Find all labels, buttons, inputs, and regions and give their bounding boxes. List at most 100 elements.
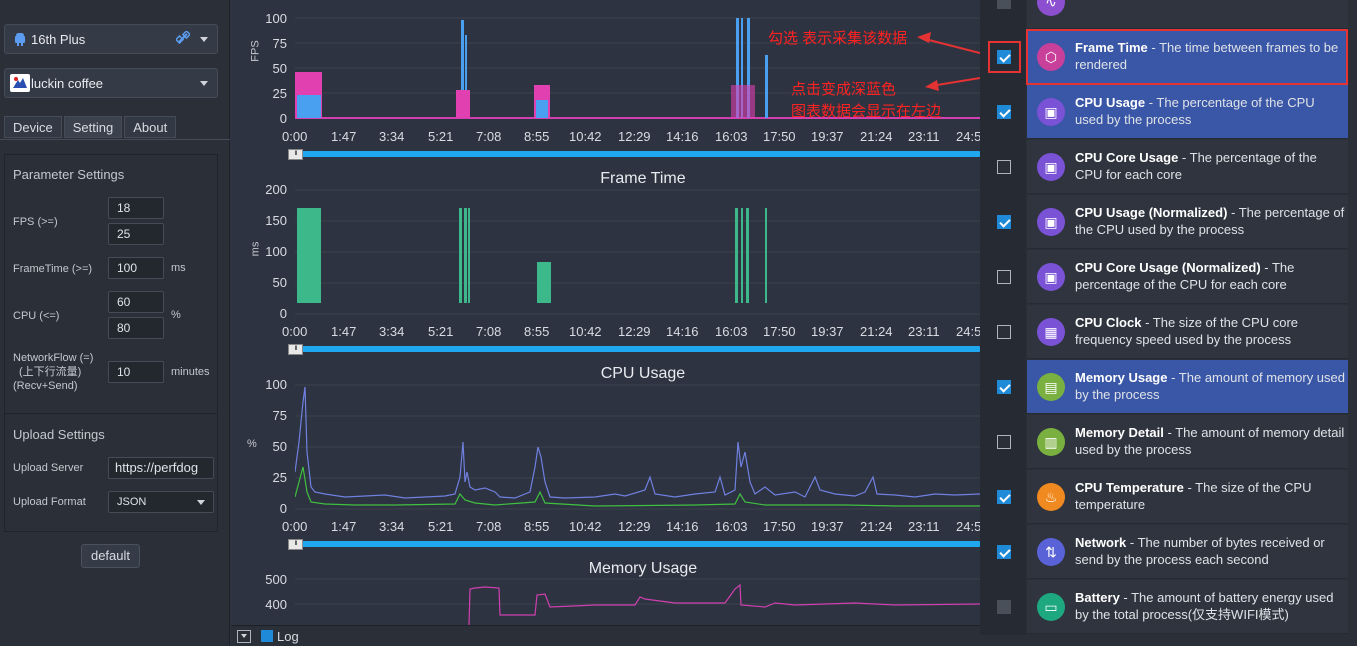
y-tick: 0 <box>279 111 287 126</box>
frame-time-x-axis: 0:00 1:47 3:34 5:21 7:08 8:55 10:42 12:2… <box>231 324 981 340</box>
x-tick: 0:00 <box>282 129 308 144</box>
metric-row[interactable]: ∿ process each second <box>980 0 1348 30</box>
frame-time-mark <box>735 208 738 303</box>
metric-checkbox[interactable] <box>997 270 1011 284</box>
checkbox-cell <box>980 470 1026 525</box>
metric-row[interactable]: ▭ Battery - The amount of battery energy … <box>980 580 1348 635</box>
x-tick: 19:37 <box>811 324 844 339</box>
metric-row[interactable]: ▥ Memory Detail - The amount of memory de… <box>980 415 1348 470</box>
frame-time-range-scrollbar[interactable] <box>296 346 980 352</box>
metric-checkbox[interactable] <box>997 490 1011 504</box>
metric-body[interactable]: ♨ CPU Temperature - The size of the CPU t… <box>1027 470 1348 524</box>
metric-text: CPU Usage (Normalized) - The percentage … <box>1075 204 1345 238</box>
cpu-input-2[interactable]: 80 <box>108 317 164 339</box>
left-panel: 16th Plus luckin coffee Device Setting A… <box>0 0 230 646</box>
metric-checkbox[interactable] <box>997 435 1011 449</box>
metric-name: CPU Core Usage <box>1075 150 1179 165</box>
range-handle[interactable]: III <box>288 344 303 355</box>
metric-text: Battery - The amount of battery energy u… <box>1075 589 1345 623</box>
frame-time-mark <box>765 208 767 303</box>
fps-mark <box>765 55 768 118</box>
metric-body[interactable]: ▦ CPU Clock - The size of the CPU core fr… <box>1027 305 1348 359</box>
chevron-down-icon <box>241 634 247 638</box>
annotation-click-1: 点击变成深蓝色 <box>791 81 897 98</box>
range-handle[interactable]: III <box>288 149 303 160</box>
log-checkbox[interactable] <box>261 630 273 642</box>
metric-checkbox[interactable] <box>997 215 1011 229</box>
checkbox-cell <box>980 85 1026 140</box>
metric-body[interactable]: ▥ Memory Detail - The amount of memory de… <box>1027 415 1348 469</box>
metric-checkbox[interactable] <box>997 380 1011 394</box>
upload-server-input[interactable]: https://perfdog <box>108 457 214 479</box>
x-tick: 7:08 <box>476 324 502 339</box>
tab-setting[interactable]: Setting <box>63 116 123 138</box>
cpu-range-scrollbar[interactable] <box>296 541 980 547</box>
networkflow-unit: minutes <box>171 366 210 378</box>
metric-row[interactable]: ▣ CPU Usage - The percentage of the CPU u… <box>980 85 1348 140</box>
metric-checkbox[interactable] <box>997 160 1011 174</box>
upload-format-select[interactable]: JSON <box>108 491 214 513</box>
fps-range-scrollbar[interactable] <box>296 151 980 157</box>
default-button[interactable]: default <box>81 544 140 568</box>
cpu-x-axis: 0:00 1:47 3:34 5:21 7:08 8:55 10:42 12:2… <box>231 519 981 535</box>
metric-row[interactable]: ▦ CPU Clock - The size of the CPU core fr… <box>980 305 1348 360</box>
fps-mark <box>297 95 321 118</box>
metric-name: CPU Core Usage (Normalized) <box>1075 260 1261 275</box>
fps-input-1[interactable]: 18 <box>108 197 164 219</box>
y-tick: 100 <box>265 244 287 259</box>
metric-body[interactable]: ⇅ Network - The number of bytes received … <box>1027 525 1348 579</box>
metric-checkbox[interactable] <box>997 600 1011 614</box>
x-tick: 23:11 <box>908 519 940 534</box>
metric-checkbox[interactable] <box>997 105 1011 119</box>
metric-text: CPU Usage - The percentage of the CPU us… <box>1075 94 1345 128</box>
metric-body[interactable]: ▣ CPU Usage (Normalized) - The percentage… <box>1027 195 1348 249</box>
cpu-icon: ▣ <box>1037 263 1065 291</box>
checkbox-cell <box>980 195 1026 250</box>
x-tick: 16:03 <box>715 519 748 534</box>
tab-device[interactable]: Device <box>4 116 62 138</box>
metric-name: CPU Clock <box>1075 315 1142 330</box>
x-tick: 23:11 <box>908 324 940 339</box>
metric-row[interactable]: ▣ CPU Usage (Normalized) - The percentage… <box>980 195 1348 250</box>
annotation-check: 勾选 表示采集该数据 <box>768 30 908 47</box>
settings-panel: Parameter Settings FPS (>=) 18 25 FrameT… <box>4 154 218 532</box>
frame-time-mark <box>537 262 551 303</box>
range-handle[interactable]: III <box>288 539 303 550</box>
networkflow-input[interactable]: 10 <box>108 361 164 383</box>
metric-body[interactable]: ▣ CPU Core Usage - The percentage of the … <box>1027 140 1348 194</box>
metric-body[interactable]: ▭ Battery - The amount of battery energy … <box>1027 580 1348 634</box>
collapse-button[interactable] <box>237 629 251 643</box>
checkbox-cell <box>980 250 1026 305</box>
y-tick: 200 <box>265 182 287 197</box>
metric-row[interactable]: ▣ CPU Core Usage - The percentage of the … <box>980 140 1348 195</box>
metric-checkbox[interactable] <box>997 325 1011 339</box>
cpu-input-1[interactable]: 60 <box>108 291 164 313</box>
x-tick: 16:03 <box>715 129 748 144</box>
fps-input-2[interactable]: 25 <box>108 223 164 245</box>
metric-text: Network - The number of bytes received o… <box>1075 534 1345 568</box>
x-tick: 12:29 <box>618 324 651 339</box>
metric-row[interactable]: ▣ CPU Core Usage (Normalized) - The perce… <box>980 250 1348 305</box>
metric-row[interactable]: ⇅ Network - The number of bytes received … <box>980 525 1348 580</box>
metric-checkbox[interactable] <box>997 545 1011 559</box>
cpu-line-normalized <box>295 466 980 507</box>
frame-time-mark <box>464 208 467 303</box>
metric-body[interactable]: ∿ process each second <box>1027 0 1348 29</box>
metric-body[interactable]: ▣ CPU Usage - The percentage of the CPU u… <box>1027 85 1348 139</box>
metric-body[interactable]: ▣ CPU Core Usage (Normalized) - The perce… <box>1027 250 1348 304</box>
metric-name: Memory Detail <box>1075 425 1164 440</box>
frametime-label: FrameTime (>=) <box>13 263 93 275</box>
metric-body[interactable]: ▤ Memory Usage - The amount of memory use… <box>1027 360 1348 414</box>
app-select[interactable]: luckin coffee <box>4 68 218 98</box>
metric-row[interactable]: ▤ Memory Usage - The amount of memory use… <box>980 360 1348 415</box>
bottom-bar: Log <box>231 625 980 646</box>
device-select[interactable]: 16th Plus <box>4 24 218 54</box>
checkbox-cell <box>980 140 1026 195</box>
upload-server-label: Upload Server <box>13 462 84 474</box>
metric-row[interactable]: ♨ CPU Temperature - The size of the CPU t… <box>980 470 1348 525</box>
x-tick: 16:03 <box>715 324 748 339</box>
tab-about[interactable]: About <box>124 116 177 138</box>
checkbox-cell <box>980 0 1026 30</box>
frametime-input[interactable]: 100 <box>108 257 164 279</box>
metric-checkbox[interactable] <box>997 0 1011 9</box>
